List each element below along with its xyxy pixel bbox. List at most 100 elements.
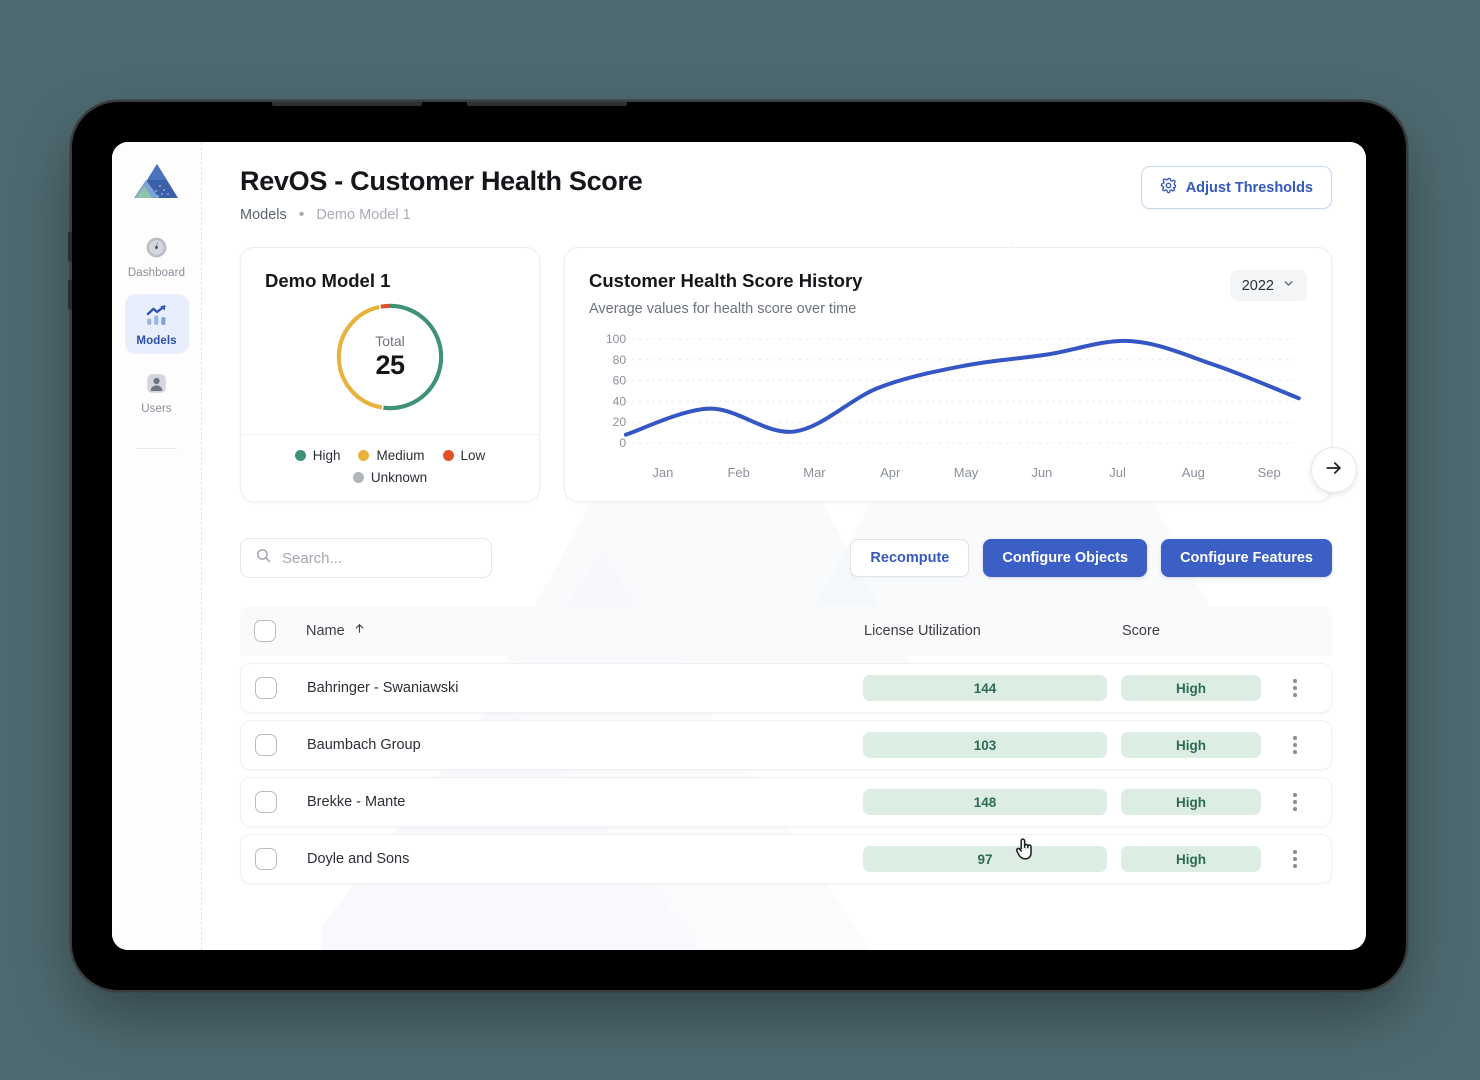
sidebar-item-dashboard[interactable]: Dashboard <box>125 226 189 286</box>
row-checkbox[interactable] <box>255 677 277 699</box>
cell-name: Bahringer - Swaniawski <box>307 679 863 697</box>
select-all-checkbox[interactable] <box>254 620 276 642</box>
device-side-button[interactable] <box>67 280 72 310</box>
score-pill: High <box>1121 732 1261 758</box>
recompute-button[interactable]: Recompute <box>850 539 970 577</box>
cell-license-utilization: 97 <box>863 846 1121 872</box>
license-utilization-pill: 144 <box>863 675 1107 701</box>
bezel-speaker-slot <box>467 101 627 106</box>
row-checkbox[interactable] <box>255 791 277 813</box>
cell-license-utilization: 144 <box>863 675 1121 701</box>
user-badge-icon <box>144 371 169 396</box>
license-utilization-pill: 97 <box>863 846 1107 872</box>
mountain-logo-icon[interactable] <box>132 160 182 200</box>
year-select-dropdown[interactable]: 2022 <box>1229 270 1307 301</box>
sidebar-item-label: Users <box>141 403 172 415</box>
legend-label: Medium <box>376 448 425 463</box>
row-actions-cell <box>1273 675 1317 701</box>
legend-item-low: Low <box>442 448 486 463</box>
cell-score: High <box>1121 675 1273 701</box>
carousel-next-button[interactable] <box>1311 447 1357 493</box>
chart-x-axis-labels: Jan Feb Mar Apr May Jun Jul Aug Sep <box>589 465 1307 480</box>
chart-x-tick-label: Feb <box>727 465 750 480</box>
kebab-menu-icon[interactable] <box>1289 732 1301 758</box>
legend-label: Low <box>460 448 486 463</box>
column-header-score[interactable]: Score <box>1122 622 1274 640</box>
cell-name: Doyle and Sons <box>307 850 863 868</box>
row-name-label: Brekke - Mante <box>307 794 406 810</box>
chart-y-tick-label: 20 <box>613 415 627 429</box>
kebab-menu-icon[interactable] <box>1289 846 1301 872</box>
cell-score: High <box>1121 846 1273 872</box>
breadcrumb-current: Demo Model 1 <box>316 207 411 223</box>
row-name-label: Baumbach Group <box>307 737 421 753</box>
column-header-license-utilization[interactable]: License Utilization <box>864 622 1122 640</box>
sidebar-item-models[interactable]: Models <box>124 294 189 354</box>
configure-objects-button[interactable]: Configure Objects <box>983 539 1148 577</box>
legend-label: High <box>312 448 341 463</box>
history-card-title: Customer Health Score History <box>589 270 863 291</box>
app-screen: Dashboard Models Users RevOS - Customer … <box>112 142 1366 950</box>
row-checkbox[interactable] <box>255 734 277 756</box>
table-row[interactable]: Baumbach Group 103 High <box>240 720 1332 770</box>
row-select-cell <box>255 791 307 813</box>
donut-chart: Total 25 <box>331 298 449 416</box>
row-actions-cell <box>1273 846 1317 872</box>
arrow-up-icon <box>353 622 366 640</box>
year-select-value: 2022 <box>1241 277 1274 294</box>
search-input[interactable] <box>282 549 477 567</box>
model-card-title: Demo Model 1 <box>265 270 391 291</box>
donut-legend: High Medium Low Unknown <box>241 434 539 501</box>
column-header-name[interactable]: Name <box>306 622 864 640</box>
column-header-label: License Utilization <box>864 623 981 639</box>
device-side-button[interactable] <box>67 232 72 262</box>
chart-x-tick-label: May <box>953 465 979 480</box>
row-checkbox[interactable] <box>255 848 277 870</box>
row-select-cell <box>255 677 307 699</box>
tablet-device-frame: Dashboard Models Users RevOS - Customer … <box>67 101 1406 990</box>
breadcrumb: Models • Demo Model 1 <box>240 207 642 224</box>
chart-x-tick-label: Jul <box>1109 465 1126 480</box>
table-row[interactable]: Doyle and Sons 97 High <box>240 834 1332 884</box>
cell-license-utilization: 103 <box>863 732 1121 758</box>
kebab-menu-icon[interactable] <box>1289 675 1301 701</box>
legend-label: Unknown <box>370 470 428 485</box>
table-row[interactable]: Bahringer - Swaniawski 144 High <box>240 663 1332 713</box>
row-name-label: Doyle and Sons <box>307 851 410 867</box>
select-all-cell <box>254 620 306 642</box>
kebab-menu-icon[interactable] <box>1289 789 1301 815</box>
column-header-label: Score <box>1122 623 1160 639</box>
configure-features-button[interactable]: Configure Features <box>1161 539 1332 577</box>
cell-name: Baumbach Group <box>307 736 863 754</box>
search-icon <box>255 547 272 569</box>
chart-x-tick-label: Jan <box>652 465 674 480</box>
legend-dot-icon <box>294 450 306 461</box>
page-title: RevOS - Customer Health Score <box>240 166 643 196</box>
chart-x-tick-label: Apr <box>880 465 901 480</box>
sidebar-item-users[interactable]: Users <box>125 362 189 422</box>
legend-item-high: High <box>294 448 341 463</box>
main-content: RevOS - Customer Health Score Models • D… <box>202 142 1366 950</box>
chart-y-tick-label: 0 <box>619 436 626 450</box>
license-utilization-pill: 103 <box>863 732 1107 758</box>
chart-y-axis: 0 20 40 60 80 100 <box>606 333 627 450</box>
summary-cards-row: Demo Model 1 Total 25 High Medium Low Un… <box>240 247 1357 502</box>
history-card-header: Customer Health Score History Average va… <box>589 270 1307 317</box>
chart-x-tick-label: Sep <box>1257 465 1281 480</box>
row-name-label: Bahringer - Swaniawski <box>307 680 459 696</box>
donut-center-text: Total 25 <box>331 298 449 416</box>
sidebar-item-label: Dashboard <box>127 267 186 279</box>
data-table: Name License Utilization Score Bahringer… <box>240 606 1332 884</box>
license-utilization-pill: 148 <box>863 789 1107 815</box>
table-row[interactable]: Brekke - Mante 148 High <box>240 777 1332 827</box>
chart-y-tick-label: 60 <box>613 374 627 388</box>
chart-x-tick-label: Jun <box>1031 465 1053 480</box>
chart-y-tick-label: 100 <box>606 333 626 346</box>
sidebar-divider <box>136 448 177 449</box>
history-card-subtitle: Average values for health score over tim… <box>589 301 857 317</box>
breadcrumb-parent[interactable]: Models <box>240 207 287 223</box>
cell-score: High <box>1121 732 1273 758</box>
donut-total-value: 25 <box>375 350 405 380</box>
adjust-thresholds-button[interactable]: Adjust Thresholds <box>1140 166 1332 209</box>
search-box[interactable] <box>240 538 492 578</box>
